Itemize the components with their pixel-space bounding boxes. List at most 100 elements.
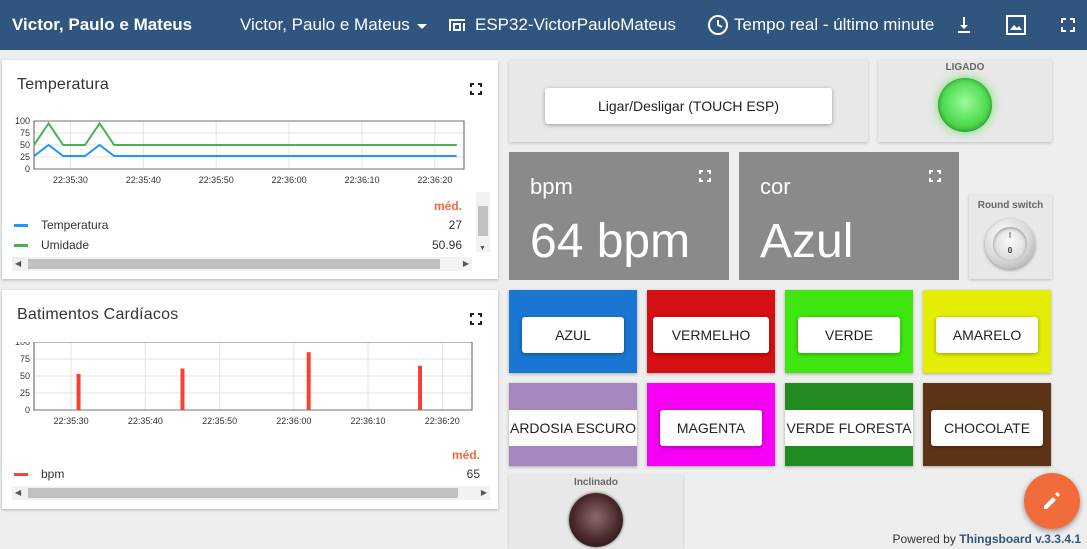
led-indicator-panel: LIGADO: [878, 60, 1052, 142]
x-tick-label: 22:35:50: [199, 175, 234, 185]
color-button[interactable]: VERDE FLORESTA: [785, 410, 913, 446]
y-tick-label: 50: [20, 371, 30, 381]
round-switch-panel: Round switch I 0: [969, 195, 1052, 279]
color-button[interactable]: AMARELO: [936, 317, 1038, 353]
legend-color-swatch: [14, 224, 28, 228]
legend-color-swatch: [14, 473, 28, 477]
fullscreen-icon[interactable]: [1056, 13, 1080, 37]
legend-vertical-scrollbar[interactable]: ▼: [476, 192, 490, 252]
thingsboard-link[interactable]: Thingsboard v.3.3.4.1: [959, 532, 1081, 546]
fullscreen-icon[interactable]: [928, 169, 942, 183]
card-title: Batimentos Cardíacos: [17, 306, 179, 323]
y-tick-label: 0: [25, 405, 30, 415]
dashboard-select-label: Victor, Paulo e Mateus: [240, 15, 410, 34]
legend-item-umidade[interactable]: Umidade: [14, 237, 464, 253]
card-title: Temperatura: [17, 76, 110, 93]
temperature-chart: 0 25 50 75 100 22:35:30 22:35:40 22:35:50 22:36:…: [2, 112, 482, 197]
x-tick-label: 22:35:40: [126, 175, 161, 185]
fullscreen-icon[interactable]: [698, 169, 712, 183]
dashboard-select[interactable]: Victor, Paulo e Mateus: [240, 0, 427, 50]
heart-rate-chart: 0 25 50 75 100 22:35:30 22:35:40 22:35:50 22:36:…: [2, 337, 482, 447]
download-icon[interactable]: [952, 13, 976, 37]
x-tick-label: 22:35:30: [54, 416, 89, 426]
toggle-esp-button[interactable]: Ligar/Desligar (TOUCH ESP): [545, 88, 832, 124]
color-tile: VERDE: [785, 290, 913, 373]
scroll-left-arrow[interactable]: ◀: [15, 486, 21, 500]
x-tick-label: 22:36:20: [425, 416, 460, 426]
scroll-right-arrow[interactable]: ▶: [463, 257, 469, 271]
legend-color-swatch: [14, 244, 28, 248]
color-button[interactable]: AZUL: [522, 317, 624, 353]
x-tick-label: 22:36:10: [351, 416, 386, 426]
switch-on-mark: I: [1008, 231, 1012, 240]
color-tile: VERMELHO: [647, 290, 775, 373]
led-label: LIGADO: [945, 62, 985, 73]
legend-horizontal-scrollbar[interactable]: ◀ ▶: [12, 257, 472, 271]
legend-label: Temperatura: [41, 218, 109, 232]
legend-item-temperatura[interactable]: Temperatura: [14, 217, 464, 233]
metric-value: 64 bpm: [530, 215, 691, 268]
timewindow-selector[interactable]: Tempo real - último minute: [734, 0, 934, 50]
chevron-down-icon: [416, 23, 427, 29]
y-tick-label: 75: [20, 354, 30, 364]
top-bar: Victor, Paulo e Mateus Victor, Paulo e M…: [0, 0, 1087, 50]
y-tick-label: 0: [25, 164, 30, 174]
x-tick-label: 22:36:00: [272, 175, 307, 185]
image-export-icon[interactable]: [1004, 13, 1028, 37]
scrollbar-thumb[interactable]: [478, 206, 488, 236]
fullscreen-icon[interactable]: [469, 82, 483, 96]
tilt-label: Inclinado: [574, 477, 618, 488]
color-tile: VERDE FLORESTA: [785, 383, 913, 466]
color-button[interactable]: MAGENTA: [660, 410, 762, 446]
heart-rate-chart-svg: 0 25 50 75 100 22:35:30 22:35:40 22:35:50 22:36:…: [15, 337, 473, 426]
color-value-card: cor Azul: [739, 152, 959, 280]
color-button[interactable]: VERMELHO: [653, 317, 769, 353]
scroll-down-arrow[interactable]: ▼: [479, 245, 486, 252]
switch-off-mark: 0: [1007, 246, 1013, 255]
clock-icon: [708, 15, 728, 35]
temperature-chart-card: Temperatura 0 25 50 75 100 22:35:30 22:35:40 22…: [2, 60, 498, 279]
legend-avg-value: 50.96: [431, 238, 462, 252]
scroll-right-arrow[interactable]: ▶: [481, 486, 487, 500]
y-tick-label: 25: [20, 152, 30, 162]
color-button[interactable]: ARDOSIA ESCURO: [509, 410, 637, 446]
scrollbar-thumb[interactable]: [28, 259, 440, 269]
x-tick-label: 22:36:10: [344, 175, 379, 185]
bar-bpm: [76, 373, 81, 410]
y-tick-label: 50: [20, 140, 30, 150]
round-switch-knob[interactable]: I 0: [985, 219, 1035, 269]
powered-by-text: Powered by: [892, 532, 956, 546]
heart-rate-chart-card: Batimentos Cardíacos 0 25 50 75 100 22:35:30 2…: [2, 290, 498, 509]
x-tick-label: 22:35:30: [53, 175, 88, 185]
color-tile: AZUL: [509, 290, 637, 373]
round-switch-face: I 0: [993, 227, 1027, 261]
device-icon: [449, 19, 465, 31]
color-tile: MAGENTA: [647, 383, 775, 466]
legend-avg-value: 65: [466, 467, 480, 481]
color-tile: ARDOSIA ESCURO: [509, 383, 637, 466]
x-tick-label: 22:35:40: [128, 416, 163, 426]
color-button[interactable]: CHOCOLATE: [931, 410, 1043, 446]
legend-item-bpm[interactable]: bpm: [14, 466, 464, 482]
round-switch-label: Round switch: [977, 200, 1044, 211]
x-tick-label: 22:36:00: [276, 416, 311, 426]
color-button[interactable]: VERDE: [798, 317, 900, 353]
tilt-indicator-panel: Inclinado: [509, 475, 683, 549]
x-tick-label: 22:35:50: [202, 416, 237, 426]
legend-horizontal-scrollbar[interactable]: ◀ ▶: [12, 486, 490, 500]
edit-dashboard-button[interactable]: [1024, 473, 1080, 529]
scroll-left-arrow[interactable]: ◀: [15, 257, 21, 271]
bar-bpm: [180, 368, 185, 410]
led-light: [938, 78, 992, 132]
legend-label: Umidade: [41, 238, 90, 252]
legend-label: bpm: [41, 467, 65, 481]
color-tile: AMARELO: [923, 290, 1051, 373]
scrollbar-thumb[interactable]: [28, 488, 458, 498]
metric-value: Azul: [760, 215, 854, 268]
entity-alias-device[interactable]: ESP32-VictorPauloMateus: [475, 0, 676, 50]
dashboard-title: Victor, Paulo e Mateus: [12, 15, 193, 34]
toggle-button-panel: Ligar/Desligar (TOUCH ESP): [509, 60, 868, 142]
fullscreen-icon[interactable]: [469, 312, 483, 326]
bpm-value-card: bpm 64 bpm: [509, 152, 729, 280]
y-tick-label: 100: [15, 342, 30, 347]
